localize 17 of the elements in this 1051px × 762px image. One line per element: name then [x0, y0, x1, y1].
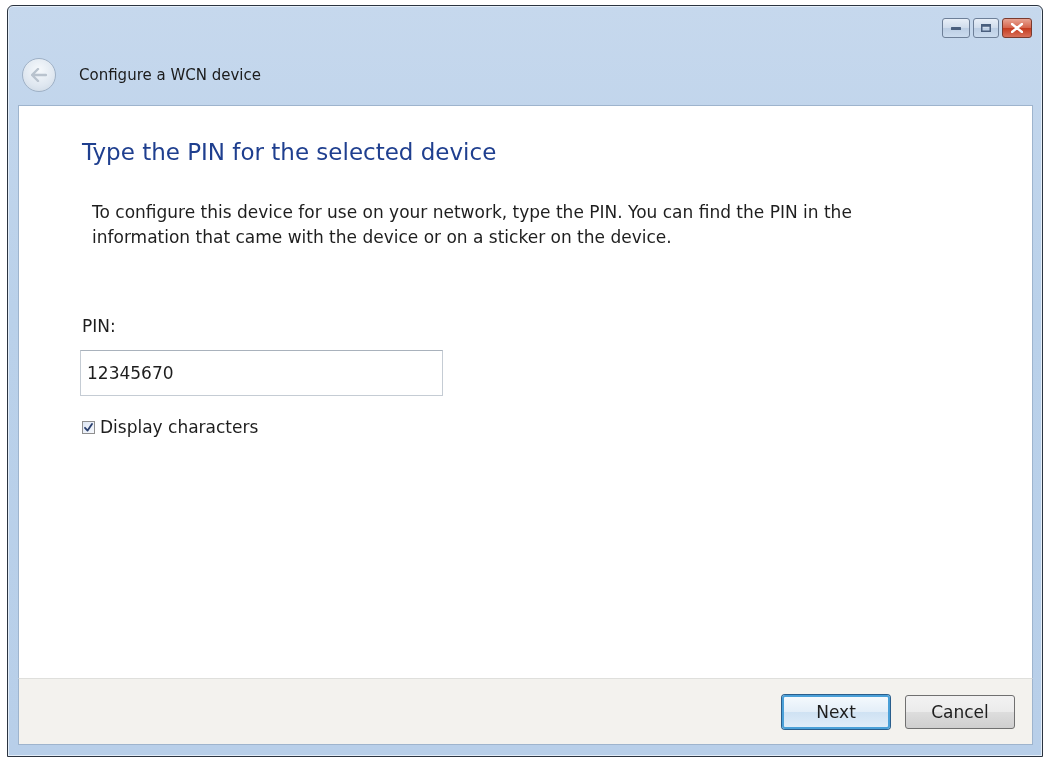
minimize-button[interactable] [942, 18, 970, 38]
checkbox[interactable] [82, 420, 95, 434]
pin-label: PIN: [82, 316, 116, 336]
maximize-icon [981, 24, 991, 32]
dialog-button[interactable]: Cancel [905, 695, 1015, 729]
minimize-icon [951, 26, 961, 30]
default-button[interactable]: Next [782, 695, 890, 729]
checkbox-label: Display characters [100, 417, 259, 437]
pin-field[interactable]: 12345670 [80, 350, 443, 396]
check-icon [84, 422, 93, 432]
description-text: To configure this device for use on your network, type the PIN. You can find the PIN in the information that came with the device or on a sticker on the device. [92, 201, 853, 249]
close-icon [1011, 23, 1023, 33]
close-button[interactable] [1002, 18, 1032, 38]
window-title: Configure a WCN device [79, 66, 261, 84]
maximize-button[interactable] [973, 18, 999, 38]
back-arrow-icon [31, 68, 47, 82]
page-heading: Type the PIN for the selected device [82, 138, 497, 167]
